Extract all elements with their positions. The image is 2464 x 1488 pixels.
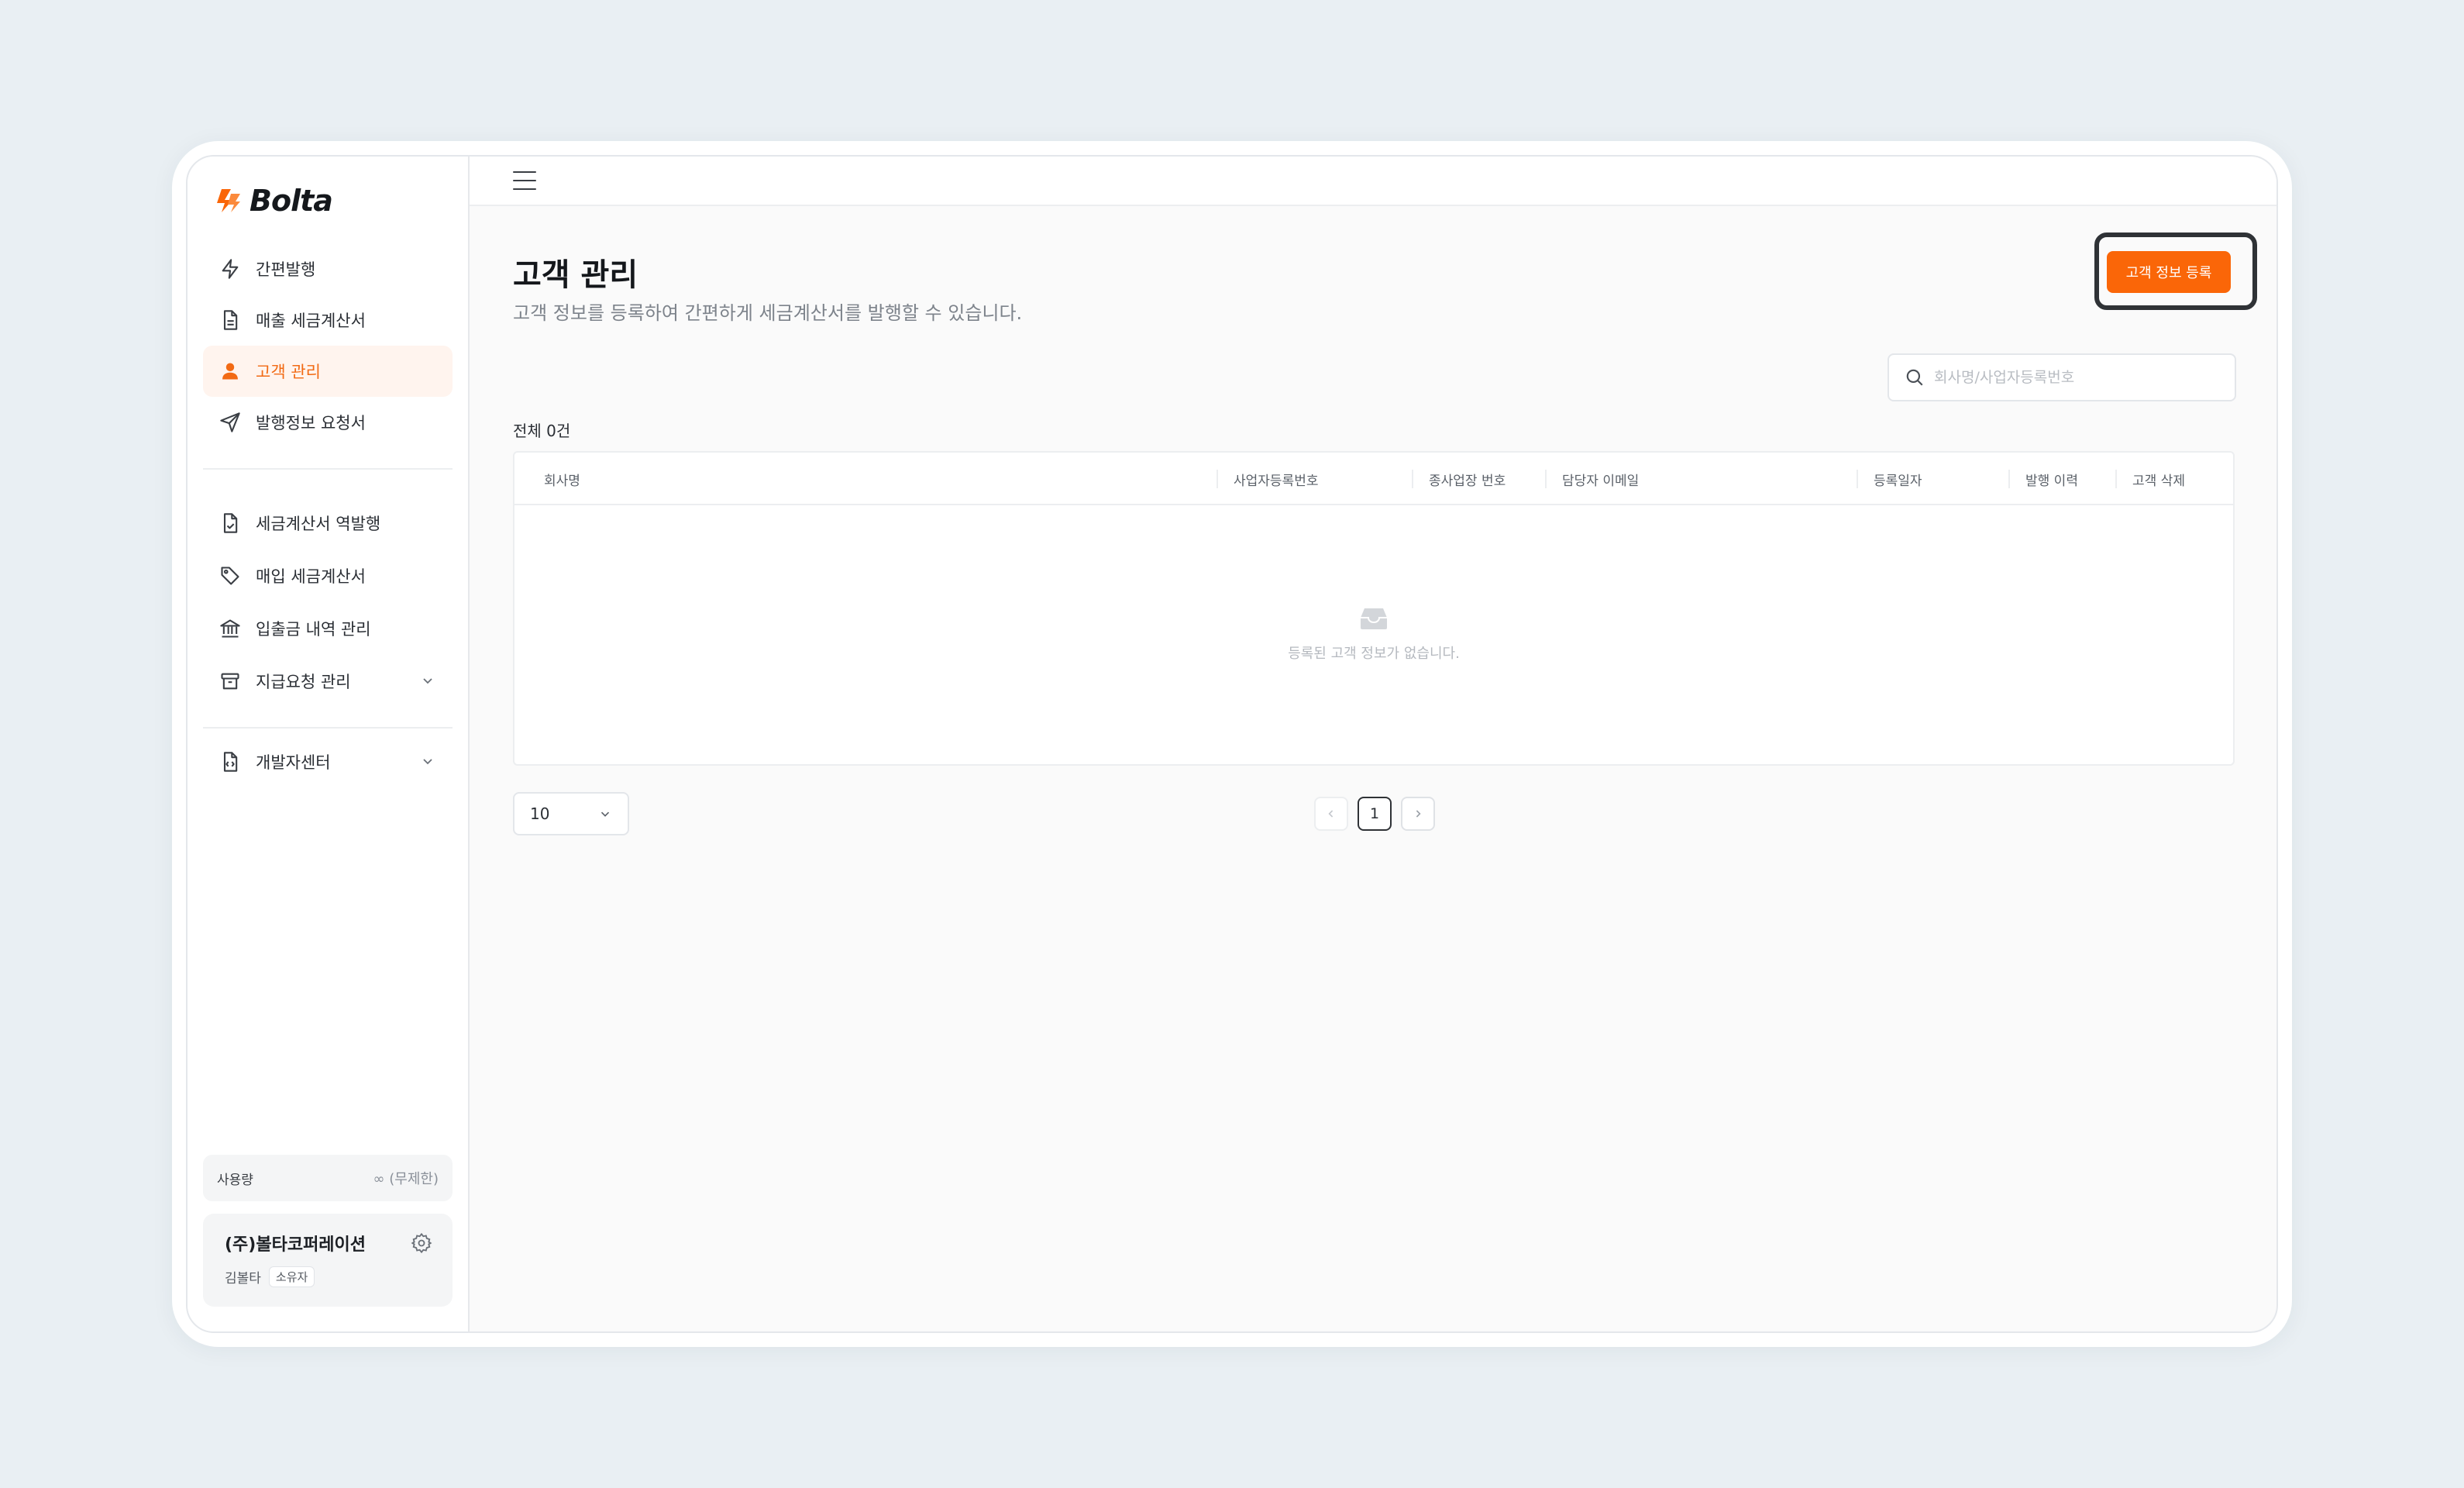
total-count: 전체 0건 [513,422,571,440]
column-delete: 고객 삭제 [2115,453,2185,505]
gear-icon[interactable] [411,1232,432,1254]
sidebar: Bolta 간편발행 매출 세금계산서 고객 관리 발행정보 요청서 세금계산서… [188,157,470,1331]
sidebar-divider [203,727,453,728]
empty-message: 등록된 고객 정보가 없습니다. [1288,646,1460,662]
sidebar-item-developer-center[interactable]: 개발자센터 [203,736,453,787]
page-number-button[interactable]: 1 [1358,797,1392,831]
chevron-left-icon [1328,810,1334,818]
usage-label: 사용량 [217,1172,253,1188]
sidebar-item-label: 지급요청 관리 [256,673,351,691]
page-size-select[interactable]: 10 [513,792,629,835]
sidebar-item-label: 매출 세금계산서 [256,312,366,330]
sidebar-item-issue-request[interactable]: 발행정보 요청서 [203,397,453,448]
sidebar-item-sales-invoice[interactable]: 매출 세금계산서 [203,294,453,346]
customer-table: 회사명 사업자등록번호 종사업장 번호 담당자 이메일 등록일자 발행 이력 고… [513,451,2235,766]
usage-panel: 사용량 ∞ (무제한) [203,1155,453,1201]
file-check-icon [219,512,242,535]
topbar [470,157,2276,206]
sidebar-divider [203,468,453,470]
page-description: 고객 정보를 등록하여 간편하게 세금계산서를 발행할 수 있습니다. [513,302,1023,324]
bolta-logo-icon [217,189,240,212]
role-badge: 소유자 [268,1266,315,1287]
usage-value: ∞ (무제한) [373,1168,439,1188]
column-registered-date: 등록일자 [1857,453,1922,505]
company-owner-row: 김볼타 소유자 [225,1266,431,1287]
sidebar-item-reverse-issue[interactable]: 세금계산서 역발행 [203,498,453,549]
document-icon [219,308,242,332]
column-branch-number: 종사업장 번호 [1411,453,1506,505]
brand-logo[interactable]: Bolta [214,181,333,220]
next-page-button[interactable] [1401,797,1435,831]
chevron-down-icon [423,678,432,684]
search-box [1888,353,2236,401]
page-title: 고객 관리 [513,257,638,293]
usage-value-text: (무제한) [389,1171,439,1187]
register-customer-button[interactable]: 고객 정보 등록 [2107,251,2231,293]
sidebar-item-label: 매입 세금계산서 [256,567,366,586]
sidebar-item-payment-request[interactable]: 지급요청 관리 [203,656,453,707]
code-file-icon [219,750,242,773]
chevron-down-icon [601,811,610,817]
brand-name: Bolta [249,184,333,218]
nav-tertiary: 개발자센터 [203,736,453,787]
sidebar-item-label: 고객 관리 [256,363,321,381]
sidebar-item-bank-history[interactable]: 입출금 내역 관리 [203,603,453,654]
send-icon [219,411,242,434]
column-business-number: 사업자등록번호 [1216,453,1318,505]
sidebar-item-label: 발행정보 요청서 [256,414,366,432]
chevron-down-icon [423,759,432,765]
owner-name: 김볼타 [225,1271,261,1286]
tag-icon [219,564,242,587]
main-content: 고객 관리 고객 정보를 등록하여 간편하게 세금계산서를 발행할 수 있습니다… [470,157,2276,1331]
page-size-value: 10 [530,804,550,823]
search-input[interactable] [1934,369,2228,386]
column-company-name: 회사명 [544,473,580,489]
infinity-icon: ∞ [373,1171,385,1187]
sidebar-item-label: 개발자센터 [256,753,331,772]
chevron-right-icon [1416,810,1421,818]
search-icon [1906,369,1923,386]
nav-secondary: 세금계산서 역발행 매입 세금계산서 입출금 내역 관리 지급요청 관리 [203,498,453,728]
sidebar-item-label: 세금계산서 역발행 [256,515,381,533]
sidebar-item-label: 간편발행 [256,260,316,279]
company-card[interactable]: (주)볼타코퍼레이션 김볼타 소유자 [203,1214,453,1307]
sidebar-item-purchase-invoice[interactable]: 매입 세금계산서 [203,550,453,601]
hamburger-menu-icon[interactable] [513,171,536,190]
column-contact-email: 담당자 이메일 [1544,453,1639,505]
empty-inbox-icon [1361,608,1387,629]
archive-icon [219,670,242,693]
nav-primary: 간편발행 매출 세금계산서 고객 관리 발행정보 요청서 [203,243,453,470]
table-header: 회사명 사업자등록번호 종사업장 번호 담당자 이메일 등록일자 발행 이력 고… [514,453,2233,505]
user-icon [219,360,242,383]
prev-page-button[interactable] [1314,797,1348,831]
column-issue-history: 발행 이력 [2008,453,2078,505]
sidebar-item-quick-issue[interactable]: 간편발행 [203,243,453,294]
bolt-icon [219,257,242,281]
bank-icon [219,617,242,640]
empty-state: 등록된 고객 정보가 없습니다. [514,505,2233,764]
sidebar-item-label: 입출금 내역 관리 [256,620,371,639]
pagination: 1 [1314,797,1435,831]
sidebar-item-customers[interactable]: 고객 관리 [203,346,453,397]
app-window: Bolta 간편발행 매출 세금계산서 고객 관리 발행정보 요청서 세금계산서… [186,155,2278,1333]
company-name: (주)볼타코퍼레이션 [225,1235,367,1255]
